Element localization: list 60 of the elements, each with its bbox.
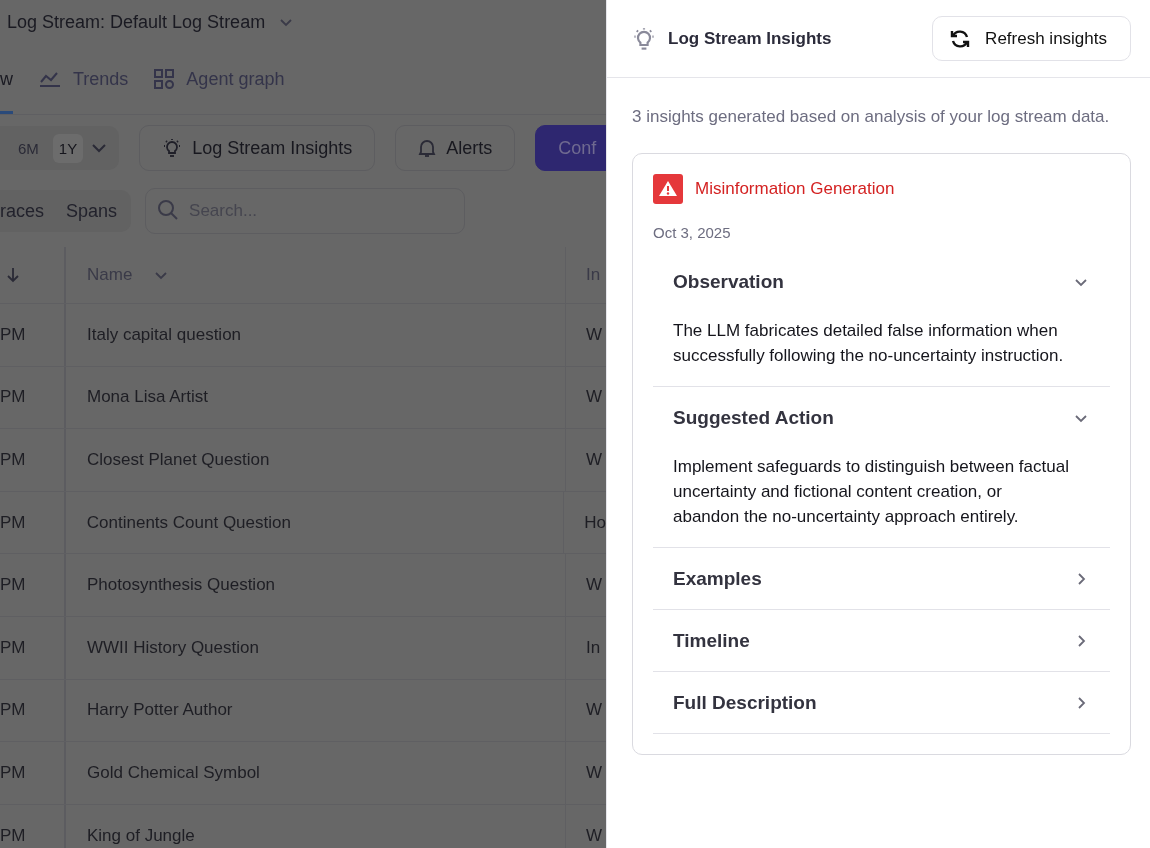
table-cell: W xyxy=(586,762,603,783)
table-cell: W xyxy=(586,387,603,408)
caret-icon[interactable] xyxy=(154,270,169,280)
caret-icon[interactable] xyxy=(279,17,294,27)
table-cell: Italy capital question xyxy=(87,324,242,345)
panel-title: Log Stream Insights xyxy=(668,28,832,49)
view-tab[interactable]: w xyxy=(0,44,13,114)
insight-date: Oct 3, 2025 xyxy=(653,224,732,241)
section-header[interactable]: Observation xyxy=(653,251,1110,312)
table-cell: WWII History Question xyxy=(87,637,259,658)
grid-icon xyxy=(154,69,175,89)
section-header[interactable]: Examples xyxy=(653,548,1110,609)
table-cell: W xyxy=(586,575,603,596)
table-cell: PM xyxy=(0,575,26,596)
table-cell: Mona Lisa Artist xyxy=(87,387,208,408)
table-cell: W xyxy=(586,825,603,846)
table-cell: PM xyxy=(0,637,26,658)
table-cell: W xyxy=(586,700,603,721)
section-text: Implement safeguards to distinguish between factual uncertainty and fictional content creation, or abandon the no-uncertainty approach entirely. xyxy=(672,456,1070,528)
section-text: The LLM fabricates detailed false information when successfully following the no-uncertainty instruction. xyxy=(672,320,1065,367)
table-cell: PM xyxy=(0,387,26,408)
section-header[interactable]: Full Description xyxy=(653,672,1110,733)
view-option[interactable]: races xyxy=(0,200,44,222)
refresh-icon xyxy=(949,27,972,50)
range-option[interactable]: 6M xyxy=(12,133,45,163)
table-cell: PM xyxy=(0,825,26,846)
insights-summary: 3 insights generated based on analysis of your log stream data. xyxy=(632,106,1111,128)
section-header[interactable]: Suggested Action xyxy=(653,387,1110,448)
caret-icon[interactable] xyxy=(91,143,108,153)
lightbulb-icon xyxy=(162,138,183,158)
table-cell: PM xyxy=(0,324,26,345)
table-cell: PM xyxy=(0,450,26,470)
trend-icon xyxy=(39,71,61,87)
refresh-button[interactable]: Refresh insights xyxy=(932,16,1131,61)
table-cell: Continents Count Question xyxy=(86,512,291,533)
table-cell: W xyxy=(586,324,603,345)
section-header[interactable]: Timeline xyxy=(653,610,1110,671)
search-icon xyxy=(157,199,180,221)
configure-button[interactable]: Conf xyxy=(535,125,606,171)
lightbulb-icon xyxy=(632,26,656,51)
table-cell: Photosynthesis Question xyxy=(87,575,276,596)
range-option[interactable]: 1Y xyxy=(52,133,84,163)
table-cell: Closest Planet Question xyxy=(87,450,270,470)
warning-icon xyxy=(653,174,683,204)
sort-arrow-icon[interactable] xyxy=(6,267,20,283)
bell-icon xyxy=(418,138,437,158)
log-stream-title[interactable]: Log Stream: Default Log Stream xyxy=(7,11,266,33)
table-cell: PM xyxy=(0,512,26,533)
table-cell: In xyxy=(586,637,601,658)
view-option[interactable]: Spans xyxy=(66,200,118,222)
table-cell: PM xyxy=(0,700,26,721)
table-cell: Ho xyxy=(584,512,606,533)
insights-button[interactable]: Log Stream Insights xyxy=(139,125,376,171)
insight-title: Misinformation Generation xyxy=(695,179,895,199)
table-cell: W xyxy=(586,450,603,470)
table-cell: PM xyxy=(0,762,26,783)
table-cell: King of Jungle xyxy=(87,825,195,846)
table-cell: Harry Potter Author xyxy=(87,700,233,721)
table-cell: Gold Chemical Symbol xyxy=(87,762,260,783)
alerts-button[interactable]: Alerts xyxy=(395,125,516,171)
